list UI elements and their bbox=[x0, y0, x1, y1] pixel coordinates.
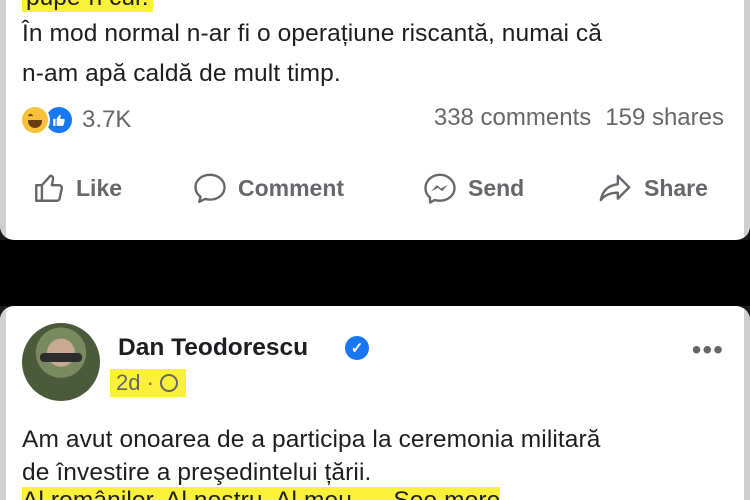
send-button[interactable]: Send bbox=[422, 168, 524, 208]
reaction-count: 3.7K bbox=[82, 106, 132, 133]
post-card-2: Dan Teodorescu ✓ ••• 2d · Am avut onoare… bbox=[0, 306, 750, 500]
post-text-line-2: n-am apă caldă de mult timp. bbox=[22, 60, 341, 87]
post-timestamp[interactable]: 2d · bbox=[110, 369, 186, 397]
avatar[interactable] bbox=[22, 323, 100, 401]
reactions-summary[interactable]: 3.7K bbox=[20, 104, 131, 136]
comments-count[interactable]: 338 comments bbox=[434, 104, 591, 131]
comment-button[interactable]: Comment bbox=[192, 168, 344, 208]
card-edge-left bbox=[0, 306, 6, 500]
post-text-line-1: În mod normal n-ar fi o operațiune risca… bbox=[22, 20, 602, 47]
separator-dot: · bbox=[146, 370, 154, 395]
post-text-line-1: Am avut onoarea de a participa la ceremo… bbox=[22, 426, 601, 453]
post-actions: Like Comment Send Share bbox=[0, 168, 750, 208]
share-label: Share bbox=[644, 174, 708, 201]
comment-icon bbox=[194, 173, 226, 204]
haha-icon bbox=[20, 105, 50, 135]
black-separator-bar bbox=[0, 240, 750, 306]
time-text: 2d bbox=[116, 370, 141, 395]
like-button[interactable]: Like bbox=[32, 168, 122, 208]
post-text-cut-line: pupe-n cur. bbox=[22, 0, 153, 12]
post-stats: 338 comments 159 shares bbox=[434, 104, 724, 132]
share-button[interactable]: Share bbox=[596, 168, 708, 208]
shares-count[interactable]: 159 shares bbox=[605, 104, 724, 131]
post-card-1: pupe-n cur. În mod normal n-ar fi o oper… bbox=[0, 0, 750, 240]
share-arrow-icon bbox=[599, 174, 631, 202]
post-text-cut-line: Al românilor. Al nostru. Al meu. ... See… bbox=[22, 487, 501, 500]
thumbs-up-icon bbox=[35, 174, 64, 202]
highlighted-text[interactable]: Al românilor. Al nostru. Al meu. ... See… bbox=[22, 487, 501, 500]
comment-label: Comment bbox=[238, 174, 345, 201]
send-label: Send bbox=[468, 174, 525, 201]
author-name[interactable]: Dan Teodorescu bbox=[118, 334, 308, 362]
like-label: Like bbox=[76, 174, 123, 201]
post-text-line-2: de învestire a preşedintelui țării. bbox=[22, 459, 372, 486]
more-options-icon[interactable]: ••• bbox=[692, 334, 724, 366]
messenger-icon bbox=[424, 173, 456, 204]
card-edge-right bbox=[744, 306, 750, 500]
globe-icon bbox=[159, 374, 178, 392]
verified-badge-icon: ✓ bbox=[345, 336, 369, 360]
